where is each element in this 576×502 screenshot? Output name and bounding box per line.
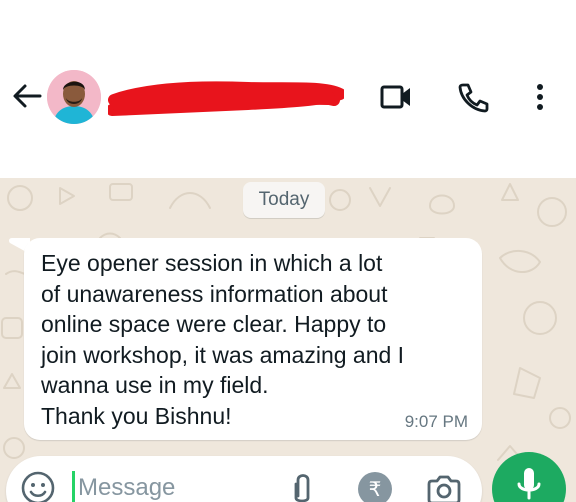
voice-call-button[interactable]: [455, 80, 491, 114]
contact-avatar[interactable]: [47, 70, 101, 124]
payment-button[interactable]: ₹: [358, 472, 392, 502]
rupee-icon: ₹: [368, 478, 382, 501]
video-call-button[interactable]: [378, 80, 414, 114]
microphone-icon: [517, 468, 541, 500]
more-vertical-icon: [537, 84, 543, 110]
smiley-icon: [21, 471, 55, 502]
message-text: Eye opener session in which a lot of una…: [41, 250, 405, 429]
date-separator: Today: [243, 182, 325, 218]
contact-name-redacted[interactable]: [106, 80, 346, 116]
more-options-button[interactable]: [522, 80, 558, 114]
camera-button[interactable]: [424, 472, 464, 502]
avatar-photo: [47, 70, 101, 124]
back-button[interactable]: [10, 82, 44, 110]
message-composer: ₹: [6, 456, 482, 502]
phone-icon: [458, 83, 489, 113]
attach-button[interactable]: [288, 470, 316, 502]
redaction-scribble: [106, 81, 346, 116]
text-caret: [72, 471, 75, 502]
incoming-message-bubble[interactable]: Eye opener session in which a lot of una…: [24, 238, 482, 440]
message-timestamp: 9:07 PM: [404, 412, 468, 431]
chat-header: [0, 0, 576, 178]
video-camera-icon: [380, 85, 410, 109]
camera-icon: [427, 475, 461, 502]
paperclip-icon: [294, 474, 310, 502]
arrow-left-icon: [13, 84, 42, 108]
message-input[interactable]: [78, 470, 278, 502]
emoji-button[interactable]: [20, 470, 56, 502]
